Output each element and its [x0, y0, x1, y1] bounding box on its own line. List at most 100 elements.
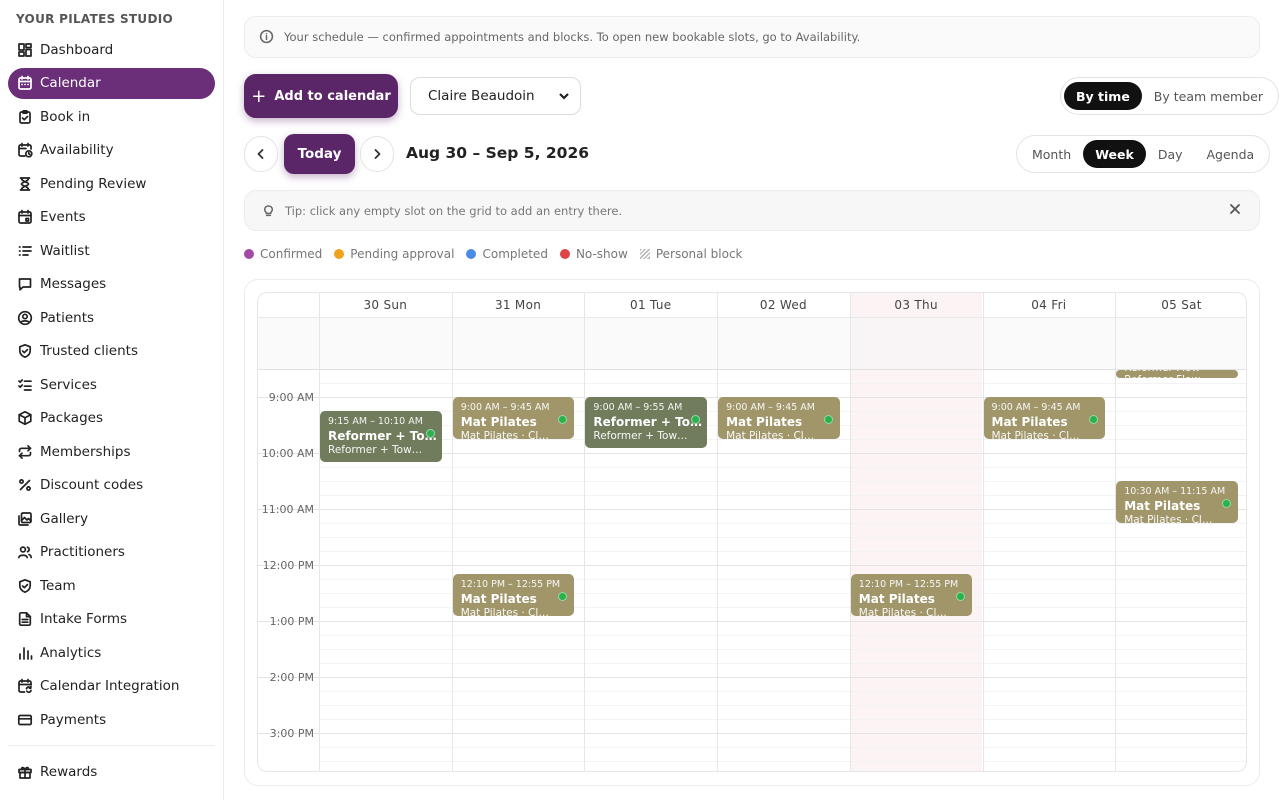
- appointment-subtitle: Reformer + Tow…: [593, 429, 688, 442]
- day-header-04-fri[interactable]: 04 Fri: [983, 293, 1116, 317]
- appointment-block[interactable]: 9:00 AM – 9:45 AM Mat Pilates Mat Pilates …: [983, 396, 1106, 439]
- sidebar-item-messages[interactable]: Messages: [8, 269, 215, 300]
- sidebar-item-availability[interactable]: Availability: [8, 135, 215, 166]
- grouping-toggle: By time By team member: [1060, 77, 1279, 115]
- day-header-01-tue[interactable]: 01 Tue: [584, 293, 717, 317]
- sidebar-item-label: Memberships: [40, 443, 131, 460]
- previous-week-button[interactable]: [244, 136, 278, 172]
- add-to-calendar-button[interactable]: + Add to calendar: [244, 74, 398, 118]
- sidebar-item-label: Services: [40, 376, 97, 393]
- appointment-title: Mat Pilates: [726, 414, 803, 429]
- sidebar-item-label: Packages: [40, 410, 103, 426]
- calendar-icon: [16, 74, 34, 92]
- quarter-gridline: [319, 719, 1246, 720]
- sidebar-item-services[interactable]: Services: [8, 369, 215, 400]
- appointment-block[interactable]: 9:00 AM – 9:55 AM Reformer + To… Reformer …: [585, 396, 708, 448]
- quarter-gridline: [319, 467, 1246, 468]
- info-banner-text: Your schedule — confirmed appointments a…: [284, 30, 861, 44]
- mode-by-team-member[interactable]: By team member: [1142, 82, 1275, 110]
- sidebar-item-dashboard[interactable]: Dashboard: [8, 34, 215, 65]
- status-legend: Confirmed Pending approval Completed No-sho…: [244, 247, 755, 261]
- sidebar-item-calendar[interactable]: Calendar: [8, 67, 215, 99]
- quarter-gridline: [319, 523, 1246, 524]
- appointment-block[interactable]: 12:10 PM – 12:55 PM Mat Pilates Mat Pilate…: [850, 573, 973, 616]
- day-header-30-sun[interactable]: 30 Sun: [319, 293, 452, 317]
- users-icon: [16, 543, 34, 561]
- gift-icon: [16, 763, 34, 781]
- view-week[interactable]: Week: [1083, 140, 1146, 168]
- appointment-time: 10:30 AM – 11:15 AM: [1124, 485, 1226, 497]
- sidebar-item-gallery[interactable]: Gallery: [8, 503, 215, 534]
- sidebar-item-label: Book in: [40, 108, 91, 125]
- sidebar-item-label: Intake Forms: [40, 611, 128, 627]
- quarter-gridline: [319, 383, 1246, 384]
- sidebar-item-pending-review[interactable]: Pending Review: [8, 168, 215, 199]
- today-button[interactable]: Today: [284, 134, 355, 174]
- appointment-subtitle: Mat Pilates · Cl…: [460, 606, 549, 616]
- sidebar-item-label: Analytics: [40, 644, 102, 661]
- gallery-icon: [16, 510, 34, 528]
- day-header-02-wed[interactable]: 02 Wed: [717, 293, 850, 317]
- sidebar-item-packages[interactable]: Packages: [8, 403, 215, 434]
- quarter-gridline: [319, 705, 1246, 706]
- appointment-subtitle: Reformer + Tow…: [328, 443, 423, 456]
- day-header-05-sat[interactable]: 05 Sat: [1115, 293, 1246, 317]
- appointment-block[interactable]: 12:10 PM – 12:55 PM Mat Pilates Mat Pilate…: [452, 573, 575, 616]
- team-member-select-value: Claire Beaudoin: [428, 88, 535, 104]
- view-agenda[interactable]: Agenda: [1195, 140, 1267, 168]
- day-header-31-mon[interactable]: 31 Mon: [452, 293, 585, 317]
- list-icon: [16, 242, 34, 260]
- time-label: 2:00 PM: [269, 670, 314, 684]
- sidebar-item-memberships[interactable]: Memberships: [8, 436, 215, 467]
- sidebar-item-team[interactable]: Team: [8, 570, 215, 601]
- quarter-gridline: [319, 495, 1246, 496]
- sidebar-item-waitlist[interactable]: Waitlist: [8, 235, 215, 266]
- sidebar-item-analytics[interactable]: Analytics: [8, 637, 215, 668]
- sidebar-item-practitioners[interactable]: Practitioners: [8, 537, 215, 568]
- appointment-block[interactable]: Reformer FlowReformer Flow: [1116, 370, 1238, 378]
- sidebar-item-label: Practitioners: [40, 544, 125, 560]
- status-dot: [1089, 414, 1099, 424]
- day-column-divider: [319, 293, 320, 771]
- mode-by-time[interactable]: By time: [1064, 82, 1142, 110]
- sidebar-item-events[interactable]: Events: [8, 202, 215, 233]
- sidebar-item-label: Calendar Integration: [40, 678, 180, 694]
- appointment-title: Mat Pilates: [991, 414, 1068, 429]
- sidebar-item-payments[interactable]: Payments: [8, 704, 215, 735]
- appointment-block[interactable]: 9:00 AM – 9:45 AM Mat Pilates Mat Pilates …: [718, 396, 840, 439]
- sidebar-item-patients[interactable]: Patients: [8, 302, 215, 333]
- sidebar-item-intake-forms[interactable]: Intake Forms: [8, 604, 215, 635]
- appointment-block[interactable]: 10:30 AM – 11:15 AM Mat Pilates Mat Pilate…: [1116, 480, 1238, 523]
- all-day-row[interactable]: [258, 317, 1246, 370]
- status-dot: [558, 414, 568, 424]
- appointment-block[interactable]: 9:15 AM – 10:10 AM Reformer + To… Reformer…: [320, 410, 442, 462]
- repeat-icon: [16, 443, 34, 461]
- day-header-03-thu[interactable]: 03 Thu: [850, 293, 983, 317]
- sidebar-item-calendar-integration[interactable]: Calendar Integration: [8, 671, 215, 702]
- view-day[interactable]: Day: [1146, 140, 1195, 168]
- close-tip-button[interactable]: [1229, 203, 1243, 217]
- tip-text: Tip: click any empty slot on the grid to…: [285, 203, 623, 218]
- dashboard-icon: [16, 41, 34, 59]
- day-column-divider: [983, 293, 984, 771]
- appointment-block[interactable]: 9:00 AM – 9:45 AM Mat Pilates Mat Pilates …: [452, 396, 575, 439]
- sidebar-item-book-in[interactable]: Book in: [8, 101, 215, 132]
- sidebar-item-rewards[interactable]: Rewards: [8, 756, 215, 787]
- sidebar-item-trusted-clients[interactable]: Trusted clients: [8, 336, 215, 367]
- hour-gridline: [258, 677, 1246, 678]
- view-month[interactable]: Month: [1020, 140, 1083, 168]
- sidebar-item-label: Team: [40, 577, 76, 594]
- legend-item-personal-block: Personal block: [639, 247, 743, 261]
- sidebar-item-label: Waitlist: [40, 242, 90, 259]
- day-column-divider: [850, 293, 851, 771]
- sidebar-item-label: Calendar: [40, 75, 101, 91]
- sidebar-item-discount-codes[interactable]: Discount codes: [8, 470, 215, 501]
- tip-banner: Tip: click any empty slot on the grid to…: [244, 190, 1260, 231]
- day-column-divider: [452, 293, 453, 771]
- add-to-calendar-label: Add to calendar: [274, 88, 391, 104]
- quarter-gridline: [319, 635, 1246, 636]
- team-member-select[interactable]: Claire Beaudoin: [410, 77, 581, 115]
- message-icon: [16, 275, 34, 293]
- hourglass-icon: [16, 175, 34, 193]
- next-week-button[interactable]: [360, 136, 394, 172]
